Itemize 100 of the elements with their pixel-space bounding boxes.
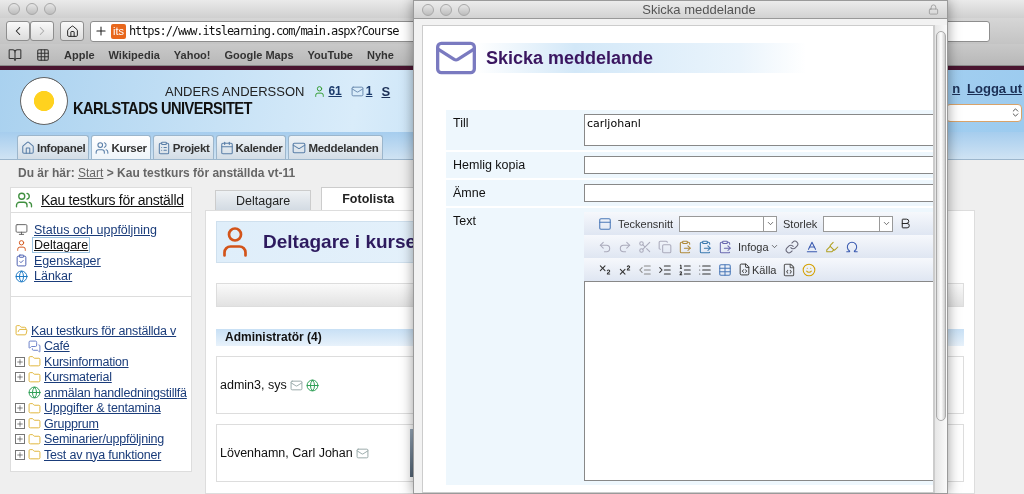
insert-dropdown[interactable]: Infoga (738, 240, 779, 253)
expand-toggle[interactable] (15, 434, 25, 445)
tree-link[interactable]: Test av nya funktioner (44, 447, 162, 462)
bookmark-link[interactable]: Apple (64, 48, 95, 61)
tree-link[interactable]: Uppgifter & tentamina (44, 401, 161, 416)
updown-icon (1010, 107, 1021, 118)
bookmark-link[interactable]: YouTube (307, 48, 353, 61)
window-control[interactable] (440, 3, 452, 16)
caret-icon (881, 219, 891, 228)
message-count-link[interactable]: 1 (350, 84, 373, 98)
window-control[interactable] (422, 3, 434, 16)
undo-icon[interactable] (598, 239, 612, 254)
numbered-list-icon[interactable] (678, 262, 692, 277)
tree-link[interactable]: anmälan handledningstillfä (44, 385, 187, 400)
dialog-heading: Skicka meddelande (486, 47, 654, 69)
participant-name: Lövenhamn, Carl Johan (220, 446, 353, 460)
window-icon[interactable] (598, 216, 612, 231)
highlighter-icon[interactable] (824, 239, 839, 254)
user-name: ANDERS ANDERSSON (165, 83, 305, 99)
scroll-thumb[interactable] (936, 31, 946, 421)
chat-icon (28, 339, 41, 353)
superscript-icon[interactable] (618, 262, 632, 277)
copy-icon[interactable] (658, 239, 672, 254)
nav-tab[interactable]: Projekt (152, 135, 214, 159)
paste-icon[interactable] (718, 239, 732, 254)
sidebar-link[interactable]: Deltagare (33, 238, 90, 253)
header-link[interactable]: Logga ut (967, 80, 1022, 96)
course-title-link[interactable]: Kau testkurs för anställd (41, 192, 184, 208)
window-control[interactable] (26, 3, 38, 15)
nav-tab[interactable]: Kurser (91, 135, 151, 159)
bookmark-link[interactable]: Nyhe (366, 48, 394, 61)
sidebar-link[interactable]: Status och uppföljning (33, 222, 158, 237)
dropdown-select[interactable] (946, 103, 1022, 122)
outdent-icon[interactable] (638, 262, 652, 277)
text-color-icon[interactable] (804, 239, 819, 254)
globe-icon (28, 386, 41, 400)
envelope-icon[interactable] (289, 378, 303, 392)
home-button[interactable] (60, 21, 84, 41)
nav-tab[interactable]: Infopanel (17, 135, 90, 159)
plus-icon (16, 373, 24, 382)
window-control[interactable] (8, 3, 20, 15)
tree-link[interactable]: Grupprum (44, 416, 99, 431)
breadcrumb-link[interactable]: Start (78, 166, 104, 180)
clipboard-icon (156, 140, 171, 155)
subscript-icon[interactable] (598, 262, 612, 277)
nav-tab[interactable]: Kalender (215, 135, 287, 159)
forward-button[interactable] (30, 21, 54, 41)
tree-link[interactable]: Seminarier/uppföljning (44, 432, 164, 447)
expand-toggle[interactable] (15, 418, 25, 429)
bookmark-link[interactable]: Wikipedia (108, 48, 160, 61)
back-button[interactable] (6, 21, 30, 41)
header-link[interactable]: S (381, 83, 391, 99)
recipient-field[interactable]: carljohanl (584, 114, 933, 146)
bookmark-link[interactable]: Google Maps (224, 48, 294, 61)
header-link[interactable]: n (952, 80, 961, 96)
bullet-list-icon[interactable] (698, 262, 712, 277)
person-icon (15, 238, 28, 252)
online-count-link[interactable]: 61 (313, 84, 342, 98)
nav-tab[interactable]: Meddelanden (288, 135, 383, 159)
field-label: Text (452, 213, 477, 230)
smiley-icon[interactable] (802, 262, 817, 277)
folder-icon (28, 401, 41, 415)
table-icon[interactable] (718, 262, 732, 277)
expand-toggle[interactable] (15, 372, 25, 383)
indent-icon[interactable] (658, 262, 672, 277)
paste-icon[interactable] (698, 239, 712, 254)
folder-icon (28, 417, 41, 431)
link-icon[interactable] (784, 239, 799, 254)
paste-icon[interactable] (678, 239, 692, 254)
university-logo (20, 77, 68, 125)
font-select[interactable] (679, 215, 778, 232)
window-control[interactable] (458, 3, 470, 16)
book-icon[interactable] (8, 47, 22, 62)
tree-link[interactable]: Kau testkurs för anställda v (31, 323, 177, 338)
omega-icon[interactable] (844, 239, 859, 254)
bold-icon[interactable] (899, 217, 913, 230)
window-title: Skicka meddelande (641, 2, 757, 17)
redo-icon[interactable] (618, 239, 632, 254)
bookmark-link[interactable]: Yahoo! (173, 48, 211, 61)
scissors-icon[interactable] (638, 239, 652, 254)
expand-toggle[interactable] (15, 449, 25, 460)
content-tab[interactable]: Fotolista (321, 187, 416, 210)
expand-toggle[interactable] (15, 356, 25, 367)
tree-link[interactable]: Kursinformation (44, 354, 129, 369)
grid-icon[interactable] (36, 47, 50, 62)
content-tab[interactable]: Deltagare (215, 190, 312, 210)
globe-icon[interactable] (305, 378, 319, 392)
folder-icon (28, 370, 41, 384)
input-field[interactable] (584, 156, 933, 174)
size-select[interactable] (823, 215, 894, 232)
person-icon (313, 84, 327, 98)
window-control[interactable] (44, 3, 56, 15)
source-button[interactable]: Källa (738, 263, 777, 276)
tree-link[interactable]: Café (44, 339, 70, 354)
tree-link[interactable]: Kursmaterial (44, 370, 112, 385)
envelope-icon[interactable] (355, 446, 369, 460)
sidebar-link[interactable]: Egenskaper (33, 253, 102, 268)
expand-toggle[interactable] (15, 403, 25, 414)
input-field[interactable] (584, 184, 933, 202)
sidebar-link[interactable]: Länkar (33, 269, 74, 284)
